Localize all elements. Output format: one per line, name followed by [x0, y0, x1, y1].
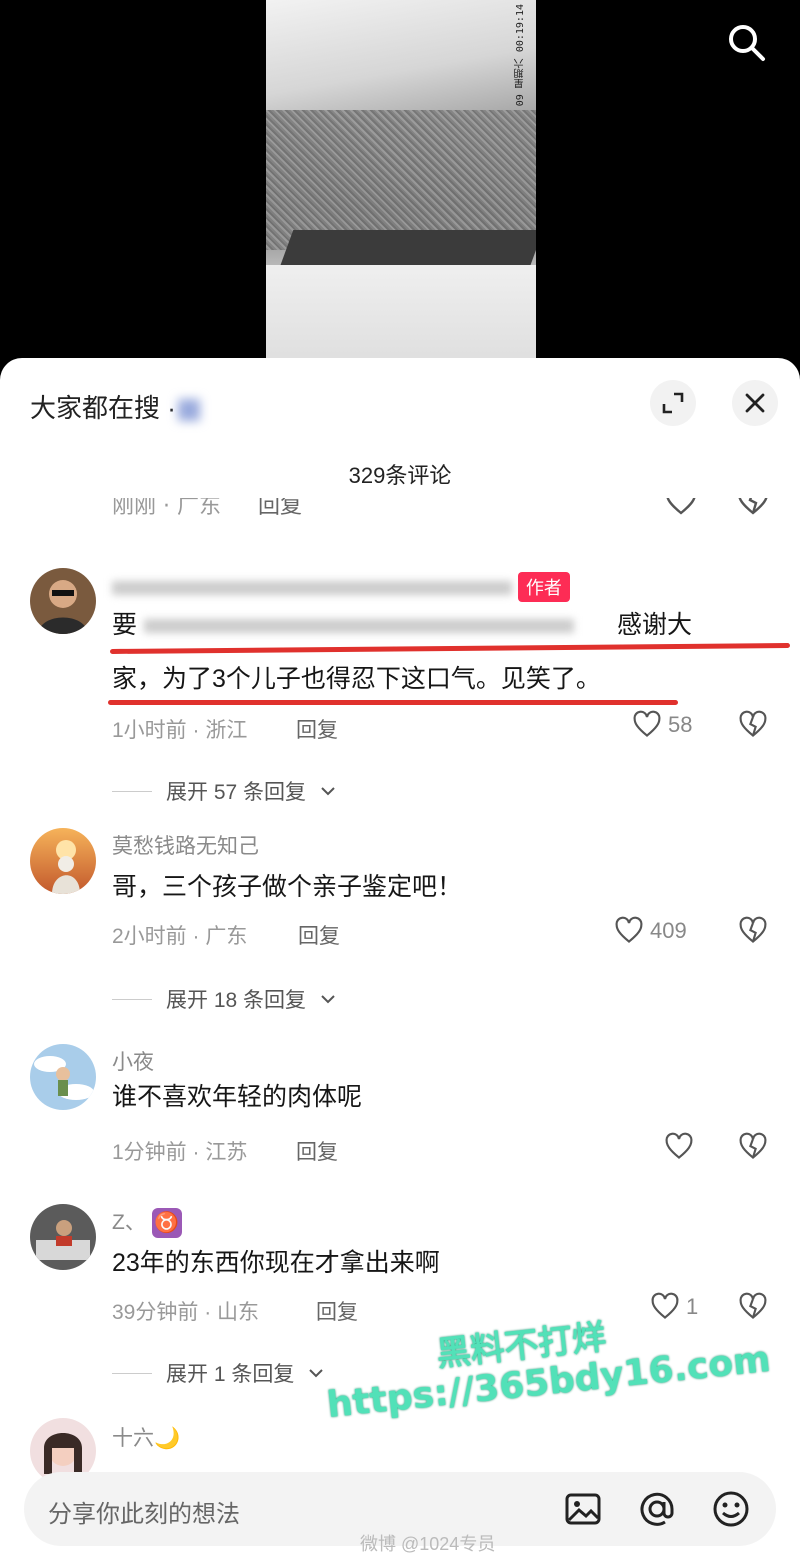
broken-heart-icon [739, 1132, 767, 1159]
expand-replies-button[interactable]: 展开 1 条回复 [112, 1358, 324, 1388]
heart-icon [633, 710, 661, 737]
close-sheet-button[interactable] [732, 380, 778, 426]
dislike-button[interactable] [738, 1292, 768, 1326]
comment-meta: 1小时前 · 浙江 [112, 719, 248, 742]
comment-author[interactable]: 小夜 [112, 1046, 154, 1076]
highlight-underline [108, 700, 678, 705]
comment-author[interactable]: 十六🌙 [112, 1422, 180, 1452]
reply-button[interactable]: 回复 [296, 1136, 338, 1166]
comment-input-placeholder: 分享你此刻的想法 [48, 1501, 240, 1528]
divider [112, 1372, 152, 1374]
mention-button[interactable] [636, 1488, 678, 1530]
reply-button[interactable]: 回复 [258, 498, 302, 520]
comment-text: 哥，三个孩子做个亲子鉴定吧！ [112, 873, 463, 901]
chevron-down-icon [309, 1369, 324, 1378]
comment-meta: 刚刚 · 广东 [112, 498, 221, 519]
reply-button[interactable]: 回复 [316, 1296, 358, 1326]
reply-button[interactable]: 回复 [296, 714, 338, 744]
like-icon [666, 498, 696, 515]
author-name: Z、 [112, 1211, 146, 1234]
avatar[interactable] [30, 828, 96, 894]
comment-text-tail: 感谢大 [616, 611, 692, 639]
video-counter [278, 230, 536, 270]
comment-meta: 2小时前 · 广东 [112, 925, 248, 948]
like-count: 409 [650, 918, 687, 943]
hot-search-blurred-term [177, 399, 200, 422]
expand-sheet-button[interactable] [650, 380, 696, 426]
broken-heart-icon [739, 1292, 767, 1319]
comment-text-line1: 要 感谢大 [112, 602, 752, 648]
chevron-down-icon [321, 995, 335, 1004]
video-player[interactable]: 09 星期六 00:19:14 [0, 0, 800, 380]
partial-comment-meta-row: 刚刚 · 广东 回复 [112, 498, 772, 532]
comment-count: 329条评论 [348, 463, 452, 488]
image-icon [565, 1493, 601, 1525]
hot-search[interactable]: 大家都在搜 · [30, 388, 200, 425]
comment-text: 谁不喜欢年轻的肉体呢 [112, 1083, 363, 1111]
comment-author[interactable]: 莫愁钱路无知己 [112, 830, 259, 860]
broken-heart-icon [739, 710, 767, 737]
comment-text: 23年的东西你现在才拿出来啊 [112, 1249, 440, 1277]
like-button[interactable]: 409 [614, 916, 687, 946]
like-count: 1 [686, 1294, 699, 1319]
heart-icon [651, 1292, 679, 1319]
image-button[interactable] [562, 1488, 604, 1530]
at-icon [640, 1492, 674, 1526]
comment-text-blurred [143, 619, 574, 634]
like-count: 58 [668, 712, 693, 737]
expand-replies-label: 展开 1 条回复 [166, 1363, 295, 1386]
comment-text-head: 要 [112, 611, 138, 639]
author-name-blurred [112, 581, 512, 596]
video-ceiling [266, 0, 536, 110]
search-icon [729, 25, 765, 61]
dislike-icon [738, 498, 768, 515]
comment-author[interactable]: 作者 [112, 572, 570, 602]
weibo-watermark: 微博 @1024专员 [360, 1534, 496, 1554]
comment-text-line2: 家，为了3个儿子也得忍下这口气。见笑了。 [112, 665, 601, 693]
video-frame: 09 星期六 00:19:14 [266, 0, 536, 380]
comment-meta: 1分钟前 · 江苏 [112, 1141, 248, 1164]
smiley-icon [713, 1491, 749, 1527]
taurus-emoji-icon: ♉ [151, 1208, 182, 1239]
comment-author[interactable]: Z、 ♉ [112, 1206, 182, 1239]
avatar[interactable] [30, 568, 96, 634]
expand-replies-button[interactable]: 展开 18 条回复 [112, 984, 336, 1014]
video-wall [266, 110, 536, 250]
expand-replies-button[interactable]: 展开 57 条回复 [112, 776, 336, 806]
like-button[interactable]: 58 [632, 710, 692, 740]
avatar[interactable] [30, 1204, 96, 1270]
dislike-button[interactable] [738, 1132, 768, 1166]
author-badge: 作者 [517, 572, 570, 602]
emoji-button[interactable] [710, 1488, 752, 1530]
dislike-button[interactable] [738, 710, 768, 744]
dislike-button[interactable] [738, 916, 768, 950]
divider [112, 998, 152, 1000]
close-icon [745, 393, 765, 413]
expand-icon [662, 392, 684, 414]
broken-heart-icon [739, 916, 767, 943]
video-timestamp: 09 星期六 00:19:14 [515, 4, 526, 107]
like-button[interactable] [664, 1132, 694, 1162]
search-button[interactable] [724, 20, 768, 64]
expand-replies-label: 展开 18 条回复 [166, 989, 307, 1012]
expand-replies-label: 展开 57 条回复 [166, 781, 307, 804]
comment-meta: 39分钟前 · 山东 [112, 1301, 260, 1324]
hot-search-label: 大家都在搜 · [30, 393, 176, 423]
avatar[interactable] [30, 1044, 96, 1110]
chevron-down-icon [321, 787, 335, 796]
like-button[interactable]: 1 [650, 1292, 698, 1322]
heart-icon [665, 1132, 693, 1159]
reply-button[interactable]: 回复 [298, 920, 340, 950]
divider [112, 790, 152, 792]
heart-icon [615, 916, 643, 943]
